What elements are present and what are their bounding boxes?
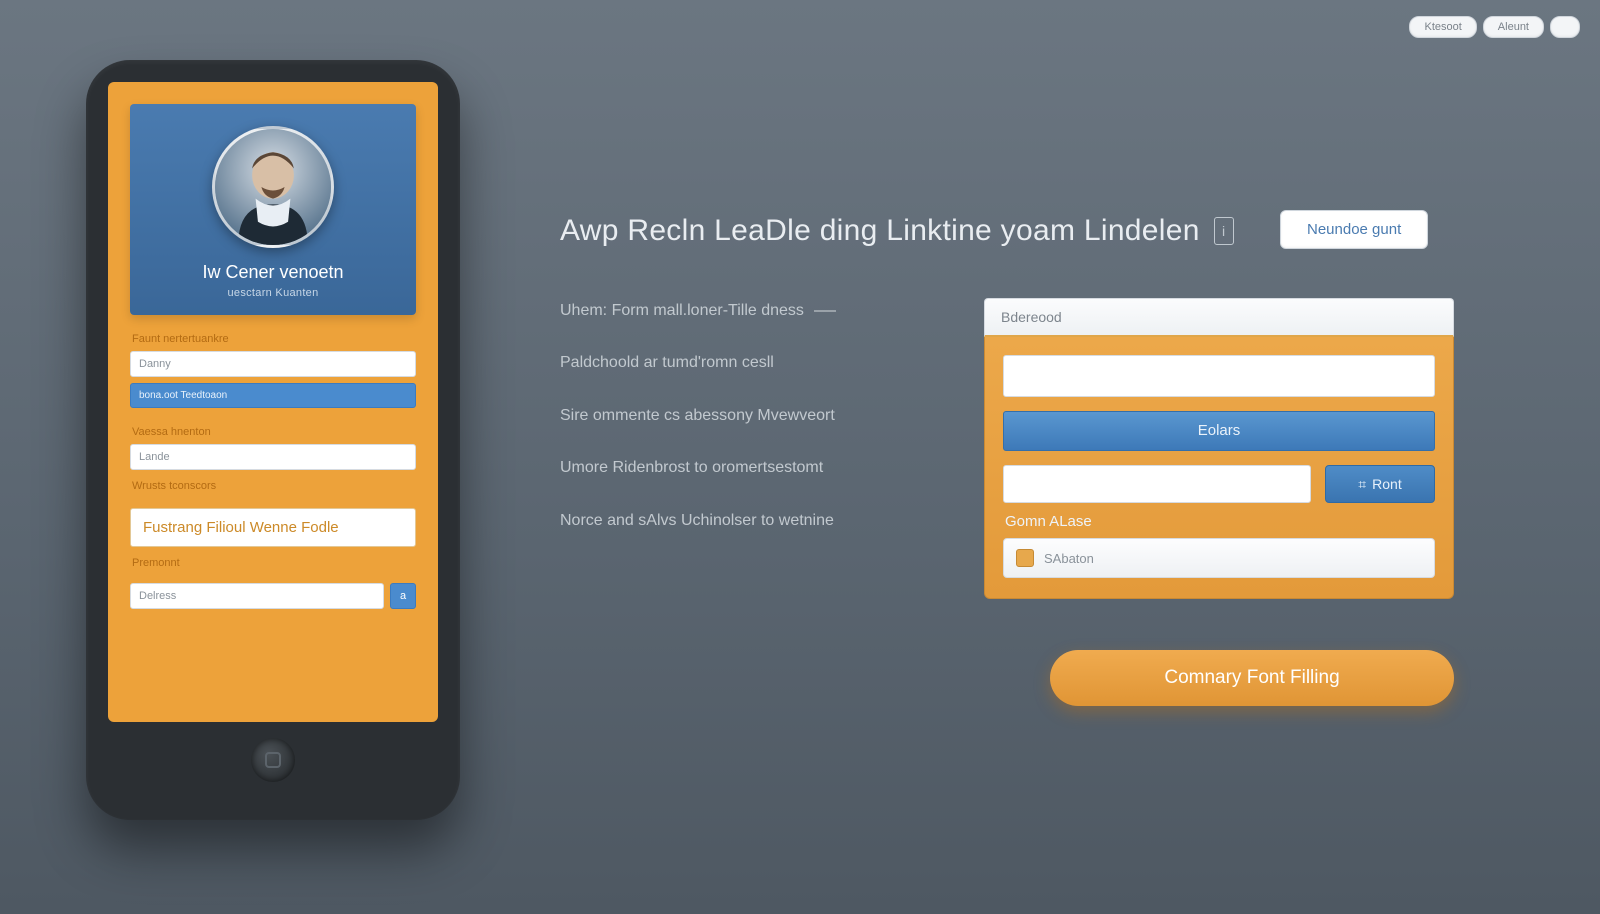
dash-icon bbox=[814, 310, 836, 312]
form-dropdown-label: SAbaton bbox=[1044, 551, 1094, 566]
phone-device: Iw Cener venoetn uesctarn Kuanten Faunt … bbox=[86, 60, 460, 820]
form-header: Bdereood bbox=[984, 298, 1454, 337]
bullet-5: Norce and sAlvs Uchinolser to wetnine bbox=[560, 512, 834, 529]
bullet-4: Umore Ridenbrost to oromertsestomt bbox=[560, 459, 823, 476]
section2-field1[interactable]: Lande bbox=[130, 444, 416, 470]
headline-button[interactable]: Neundoe gunt bbox=[1280, 210, 1428, 249]
section-title-box: Fustrang Filioul Wenne Fodle bbox=[130, 508, 416, 547]
bullet-3: Sire ommente cs abessony Mvewveort bbox=[560, 407, 835, 424]
form-card: Bdereood Eolars ⌗ Ront Gomn ALase SAbato… bbox=[984, 298, 1454, 599]
person-icon bbox=[215, 129, 331, 245]
nav-pill-3[interactable] bbox=[1550, 16, 1580, 38]
profile-name: Iw Cener venoetn bbox=[142, 262, 404, 283]
phone-screen: Iw Cener venoetn uesctarn Kuanten Faunt … bbox=[108, 82, 438, 722]
top-nav: Ktesoot Aleunt bbox=[1409, 16, 1580, 38]
headline: Awp Recln LeaDle ding Linktine yoam Lind… bbox=[560, 214, 1260, 248]
form-dropdown[interactable]: SAbaton bbox=[1003, 538, 1435, 578]
grid-icon: ⌗ bbox=[1358, 476, 1366, 493]
last-square-button[interactable]: a bbox=[390, 583, 416, 609]
last-label: Premonnt bbox=[130, 555, 416, 575]
section2-label: Vaessa hnenton bbox=[130, 424, 416, 444]
section1-field1[interactable]: Danny bbox=[130, 351, 416, 377]
nav-pill-1[interactable]: Ktesoot bbox=[1409, 16, 1476, 38]
headline-text: Awp Recln LeaDle ding Linktine yoam Lind… bbox=[560, 214, 1200, 248]
bullet-2: Paldchoold ar tumd'romn cesll bbox=[560, 354, 774, 371]
form-input-1[interactable] bbox=[1003, 355, 1435, 397]
nav-pill-2[interactable]: Aleunt bbox=[1483, 16, 1544, 38]
form-side-button[interactable]: ⌗ Ront bbox=[1325, 465, 1435, 503]
cta-button[interactable]: Comnary Font Filling bbox=[1050, 650, 1454, 706]
bullet-1: Uhem: Form mall.loner-Tille dness bbox=[560, 300, 804, 322]
last-field[interactable]: Delress bbox=[130, 583, 384, 609]
feature-list: Uhem: Form mall.loner-Tille dness Paldch… bbox=[560, 300, 940, 532]
avatar bbox=[212, 126, 334, 248]
section1-field2[interactable]: bona.oot Teedtoaon bbox=[130, 383, 416, 408]
info-icon: i bbox=[1214, 217, 1234, 245]
profile-card: Iw Cener venoetn uesctarn Kuanten bbox=[130, 104, 416, 315]
square-icon bbox=[1016, 549, 1034, 567]
form-primary-button[interactable]: Eolars bbox=[1003, 411, 1435, 451]
profile-subtitle: uesctarn Kuanten bbox=[142, 287, 404, 299]
section3-label: Wrusts tconscors bbox=[130, 478, 416, 498]
form-sublabel: Gomn ALase bbox=[1005, 513, 1433, 530]
home-button[interactable] bbox=[251, 738, 295, 782]
form-side-label: Ront bbox=[1372, 476, 1402, 492]
form-input-2[interactable] bbox=[1003, 465, 1311, 503]
section1-label: Faunt nertertuankre bbox=[130, 331, 416, 351]
